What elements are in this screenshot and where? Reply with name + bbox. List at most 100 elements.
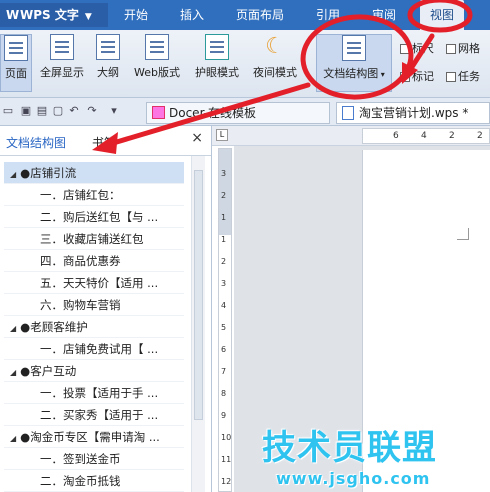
app-menu-button[interactable]: WWPS 文字 ▼ (0, 3, 108, 27)
quick-access-bar: ▭ ▣ ▤ ▢ ↶ ↷ ▾ Docer-在线模板 淘宝营销计划.wps * (0, 98, 490, 126)
close-icon[interactable]: × (191, 130, 203, 146)
ruler-tick: 1 (221, 235, 227, 244)
chevron-down-icon: ▾ (378, 70, 385, 79)
checkbox-icon (446, 44, 456, 54)
watermark-url: www.jsgho.com (276, 469, 431, 488)
tab-document-label: 淘宝营销计划.wps * (359, 106, 469, 120)
ruler-tick: 4 (421, 131, 427, 141)
document-icon (342, 106, 354, 120)
outline-heading[interactable]: ◢ ●店铺引流 (4, 162, 184, 184)
outline-item-label: 二．购后送红包【与 ... (40, 210, 159, 224)
document-map-button[interactable]: 文档结构图 ▾ (316, 34, 392, 92)
vertical-ruler[interactable]: 3 2 1 1 2 3 4 5 6 7 8 9 10 11 12 (218, 148, 232, 492)
quick-access-dropdown-icon[interactable]: ▾ (108, 105, 120, 117)
collapse-triangle-icon[interactable]: ◢ (10, 170, 16, 179)
pane-tabs: 文档结构图 书签 × (0, 126, 211, 156)
outline-subitem[interactable]: 一．签到送金币 (4, 448, 184, 470)
outline-tree: ◢ ●店铺引流一．店铺红包： 二．购后送红包【与 ... 三．收藏店铺送红包四．商品优… (4, 162, 184, 492)
tab-docer-label: Docer-在线模板 (169, 106, 257, 120)
task-pane-checkbox[interactable]: 任务 (446, 68, 480, 84)
document-map-icon (342, 35, 366, 61)
watermark: 技术员联盟 www.jsgho.com (262, 420, 472, 488)
web-layout-button[interactable]: Web版式 (128, 34, 186, 92)
menu-home[interactable]: 开始 (124, 0, 148, 30)
outline-subitem[interactable]: 四．商品优惠券 (4, 250, 184, 272)
docer-icon (152, 106, 165, 119)
redo-icon[interactable]: ↷ (86, 105, 98, 117)
document-map-label: 文档结构图 (323, 67, 379, 80)
outline-item-label: 一．签到送金币 (40, 452, 121, 466)
ruler-tick: 12 (221, 477, 232, 486)
outline-heading[interactable]: ◢ ●老顾客维护 (4, 316, 184, 338)
collapse-triangle-icon[interactable]: ◢ (10, 434, 16, 443)
margin-corner-mark (457, 228, 469, 240)
web-layout-icon (145, 34, 169, 60)
outline-item-label: ●店铺引流 (20, 166, 77, 180)
collapse-triangle-icon[interactable]: ◢ (10, 368, 16, 377)
menu-view[interactable]: 视图 (420, 0, 465, 30)
fullscreen-label: 全屏显示 (40, 66, 84, 79)
grid-checkbox[interactable]: 网格 (446, 40, 480, 56)
ruler-tick: 9 (221, 411, 227, 420)
ruler-tick: 11 (221, 455, 232, 464)
outline-subitem[interactable]: 二．购后送红包【与 ... (4, 206, 184, 228)
outline-subitem[interactable]: 一．投票【适用于手 ... (4, 382, 184, 404)
checkbox-icon (446, 72, 456, 82)
outline-item-label: ●淘金币专区【需申请淘 ... (20, 430, 160, 444)
outline-subitem[interactable]: 三．收藏店铺送红包 (4, 228, 184, 250)
outline-subitem[interactable]: 六．购物车营销 (4, 294, 184, 316)
watermark-title: 技术员联盟 (262, 428, 437, 468)
scrollbar-thumb[interactable] (194, 170, 203, 420)
outline-heading[interactable]: ◢ ●淘金币专区【需申请淘 ... (4, 426, 184, 448)
ruler-checkbox[interactable]: 标尺 (400, 40, 434, 56)
outline-item-label: 五．天天特价【适用 ... (40, 276, 159, 290)
tab-document-map[interactable]: 文档结构图 (6, 134, 66, 151)
moon-icon: ☾ (265, 34, 285, 59)
outline-subitem[interactable]: 一．店铺红包： (4, 184, 184, 206)
ruler-tick: 6 (221, 345, 227, 354)
outline-heading[interactable]: ◢ ●客户互动 (4, 360, 184, 382)
outline-subitem[interactable]: 一．店铺免费试用【 ... (4, 338, 184, 360)
fullscreen-button[interactable]: 全屏显示 (36, 34, 88, 92)
undo-icon[interactable]: ↶ (68, 105, 80, 117)
outline-item-label: 二．买家秀【适用于 ... (40, 408, 159, 422)
night-mode-button[interactable]: ☾ 夜间模式 (248, 34, 302, 92)
tab-bookmarks[interactable]: 书签 (92, 134, 116, 151)
ruler-tick: 1 (221, 213, 227, 222)
night-mode-label: 夜间模式 (253, 66, 297, 79)
outline-subitem[interactable]: 二．买家秀【适用于 ... (4, 404, 184, 426)
horizontal-ruler[interactable]: 6 4 2 2 (362, 128, 490, 144)
pane-scrollbar[interactable] (191, 156, 205, 492)
outline-subitem[interactable]: 五．天天特价【适用 ... (4, 272, 184, 294)
outline-item-label: 三．收藏店铺送红包 (40, 232, 144, 246)
collapse-triangle-icon[interactable]: ◢ (10, 324, 16, 333)
chevron-down-icon: ▼ (84, 12, 92, 22)
menu-insert[interactable]: 插入 (180, 0, 204, 30)
ruler-checkbox-label: 标尺 (412, 42, 434, 55)
tab-stop-selector[interactable]: L (216, 129, 228, 141)
print-icon[interactable]: ▤ (36, 105, 48, 117)
grid-checkbox-label: 网格 (458, 42, 480, 55)
tab-document[interactable]: 淘宝营销计划.wps * (336, 102, 490, 124)
page-view-button[interactable]: 页面 (0, 34, 32, 92)
menu-page-layout[interactable]: 页面布局 (236, 0, 284, 30)
outline-subitem[interactable]: 二．淘金币抵钱 (4, 470, 184, 492)
save-icon[interactable]: ▣ (20, 105, 32, 117)
markup-checkbox[interactable]: 标记 (400, 68, 434, 84)
ruler-tick: 3 (221, 279, 227, 288)
print-preview-icon[interactable]: ▢ (52, 105, 64, 117)
outline-button[interactable]: 大纲 (92, 34, 124, 92)
outline-item-label: 一．投票【适用于手 ... (40, 386, 159, 400)
markup-checkbox-label: 标记 (412, 70, 434, 83)
tab-docer-templates[interactable]: Docer-在线模板 (146, 102, 330, 124)
eye-care-button[interactable]: 护眼模式 (190, 34, 244, 92)
ruler-tick: 2 (477, 131, 483, 141)
wps-logo-icon: W (6, 8, 20, 22)
menu-references[interactable]: 引用 (316, 0, 340, 30)
ruler-tick: 6 (393, 131, 399, 141)
menu-review[interactable]: 审阅 (372, 0, 396, 30)
ruler-tick: 2 (449, 131, 455, 141)
fullscreen-icon (50, 34, 74, 60)
eye-care-label: 护眼模式 (195, 66, 239, 79)
open-folder-icon[interactable]: ▭ (2, 105, 14, 117)
